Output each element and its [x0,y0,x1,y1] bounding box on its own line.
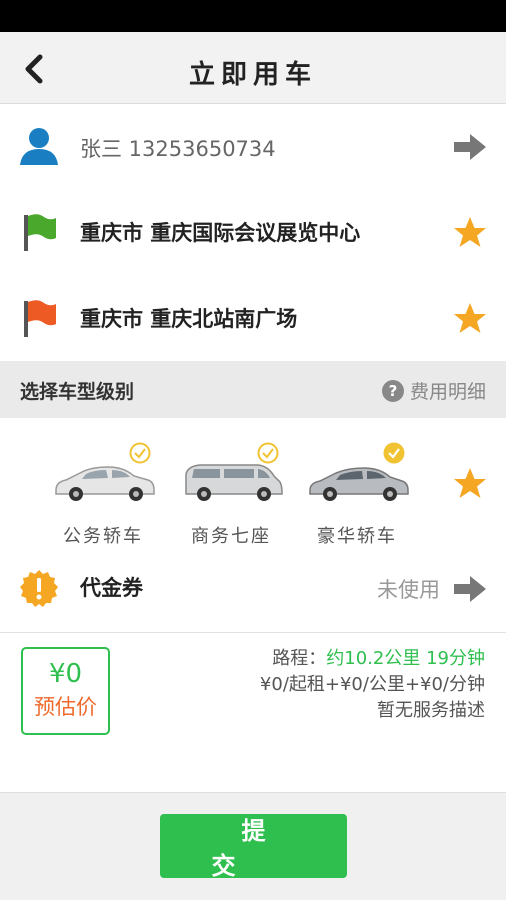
submit-button[interactable]: 提交 [160,814,347,880]
car-option-label: 公务轿车 [63,526,143,547]
star-icon[interactable] [452,466,488,502]
car-option-seven-seater[interactable]: 商务七座 [176,438,286,547]
star-icon[interactable] [452,301,488,337]
check-circle-filled-icon [383,442,405,464]
voucher-status: 未使用 [377,578,440,602]
car-option-luxury-sedan[interactable]: 豪华轿车 [302,438,412,547]
minivan-icon [185,464,283,501]
arrow-right-icon[interactable] [452,129,488,165]
sedan-car-icon [55,466,155,501]
red-flag-icon [24,300,56,337]
fare-rates: ¥0/起租+¥0/公里+¥0/分钟 [259,674,485,695]
estimate-label: 预估价 [34,695,97,719]
section-title: 选择车型级别 [20,381,135,403]
passenger-row[interactable]: 张三 13253650734 [0,104,506,190]
car-type-section-header: 选择车型级别 ? 费用明细 [0,361,506,418]
passenger-info: 张三 13253650734 [80,137,276,161]
route-distance-line: 路程：约10.2公里 19分钟 [260,646,485,672]
route-info: 路程：约10.2公里 19分钟 ¥0/起租+¥0/公里+¥0/分钟 暂无服务描述 [260,646,485,724]
luxury-sedan-icon [309,467,409,501]
fee-detail-link[interactable]: ? 费用明细 [381,377,486,404]
end-location-row[interactable]: 重庆市 重庆北站南广场 [0,275,506,361]
header: 立即用车 [0,32,506,104]
fee-detail-label: 费用明细 [409,381,486,403]
voucher-label: 代金券 [80,576,143,600]
car-option-business-sedan[interactable]: 公务轿车 [48,438,158,547]
start-location: 重庆市 重庆国际会议展览中心 [80,221,361,245]
route-summary: 约10.2公里 19分钟 [326,648,485,669]
question-icon: ? [381,379,404,402]
start-location-row[interactable]: 重庆市 重庆国际会议展览中心 [0,189,506,276]
price-summary: ¥0 预估价 路程：约10.2公里 19分钟 ¥0/起租+¥0/公里+¥0/分钟… [0,632,506,793]
route-prefix: 路程： [272,648,327,669]
person-icon [20,128,58,165]
page-title: 立即用车 [188,60,317,90]
arrow-right-icon[interactable] [452,571,488,607]
check-circle-icon [129,442,151,464]
end-location: 重庆市 重庆北站南广场 [80,307,298,331]
car-option-label: 商务七座 [191,526,271,547]
car-option-label: 豪华轿车 [317,526,397,547]
voucher-row[interactable]: 代金券 未使用 [0,546,506,633]
service-description: 暂无服务描述 [377,700,485,721]
warning-badge-icon [20,570,58,607]
status-bar [0,0,506,32]
price-amount: ¥0 [48,659,83,689]
footer: 提交 [0,793,506,900]
green-flag-icon [24,214,56,251]
estimated-price-box: ¥0 预估价 [21,647,110,735]
car-type-selector: 公务轿车 商务七座 豪华轿车 [0,418,506,547]
star-icon[interactable] [452,215,488,251]
